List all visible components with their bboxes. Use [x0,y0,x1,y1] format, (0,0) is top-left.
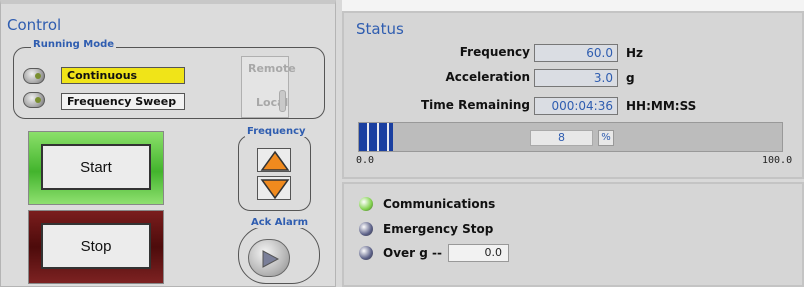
mode-continuous-label[interactable]: Continuous [61,67,185,84]
over-g-value: 0.0 [448,244,509,262]
alarm-panel: Communications Emergency Stop Over g -- … [342,182,804,287]
radio-frequency-sweep[interactable] [23,92,45,108]
percent-button[interactable]: % [598,130,614,146]
scale-max: 100.0 [762,155,793,166]
play-icon [262,250,280,268]
radio-continuous[interactable] [23,68,45,84]
frequency-label: Frequency [459,45,530,59]
progress-fill [359,123,393,151]
arrow-up-icon [260,150,290,171]
communications-led-icon [359,197,373,211]
time-remaining-value: 000:04:36 [534,97,618,115]
emergency-stop-label: Emergency Stop [383,222,494,236]
over-g-label: Over g -- [383,246,442,260]
mode-frequency-sweep-label[interactable]: Frequency Sweep [61,93,185,110]
frequency-value: 60.0 [534,44,618,62]
arrow-down-icon [260,179,290,200]
time-remaining-label: Time Remaining [420,98,530,112]
stop-button-frame: Stop [28,210,164,284]
frequency-down-button[interactable] [257,176,291,200]
frequency-group-label: Frequency [245,126,308,137]
progress-readout: 8 [530,130,593,146]
ack-alarm-button[interactable] [248,239,290,277]
running-mode-label: Running Mode [31,39,117,50]
toggle-lever-icon[interactable] [279,90,286,112]
acceleration-value: 3.0 [534,69,618,87]
start-button[interactable]: Start [41,144,151,190]
control-title: Control [7,16,62,34]
status-title: Status [356,20,404,38]
stop-button[interactable]: Stop [41,223,151,269]
scale-min: 0.0 [356,155,375,166]
start-button-frame: Start [28,131,164,205]
emergency-stop-led-icon [359,222,373,236]
top-strip [342,0,804,11]
frequency-unit: Hz [626,46,644,60]
time-remaining-unit: HH:MM:SS [626,99,697,113]
acceleration-label: Acceleration [445,70,530,84]
acceleration-unit: g [626,71,635,85]
control-panel: Control Running Mode Continuous Frequenc… [0,0,336,287]
status-panel: Status Frequency 60.0 Hz Acceleration 3.… [342,11,804,179]
ack-alarm-label: Ack Alarm [249,217,311,228]
communications-label: Communications [383,197,496,211]
remote-label: Remote [248,62,296,75]
frequency-up-button[interactable] [257,148,291,172]
over-g-led-icon [359,246,373,260]
